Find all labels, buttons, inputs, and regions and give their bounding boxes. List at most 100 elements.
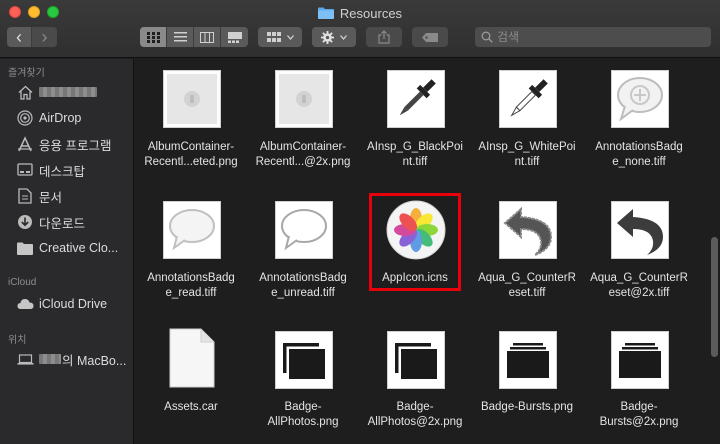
file-name-line1: AlbumContainer- [259,141,347,153]
file-item[interactable]: AlbumContainer- Recentl...@2x.png [247,59,359,184]
folder-icon [16,239,34,257]
file-name-line2: nt.tiff [514,156,540,168]
locations-header: 위치 [8,335,27,346]
annotation-bubble-read-icon [163,201,221,259]
window-title: Resources [0,4,720,22]
file-item[interactable]: AnnotationsBadg e_none.tiff [583,59,695,184]
file-name-line1: AInsp_G_BlackPoi [367,141,463,153]
eyedropper-black-icon [387,70,445,128]
vertical-scrollbar[interactable] [711,237,718,357]
file-name-line2: AllPhotos.png [267,416,339,428]
file-name-line2: nt.tiff [402,156,428,168]
group-by-button[interactable] [258,27,302,47]
eyedropper-white-icon [499,70,557,128]
action-menu-button[interactable] [312,27,356,47]
sidebar-item-icloud-drive[interactable]: iCloud Drive [16,293,133,315]
forward-button[interactable]: › [32,27,57,47]
file-item[interactable]: Aqua_G_CounterR eset.tiff [471,189,583,314]
file-name-line1: AnnotationsBadg [259,272,347,284]
favorites-header: 즐겨찾기 [8,68,45,79]
share-icon [378,30,390,44]
file-name-line2: AllPhotos@2x.png [367,416,463,428]
sidebar-item-label: 의 MacBo... [62,353,127,368]
folder-icon [317,7,334,19]
file-item[interactable]: Badge-Bursts.png [471,324,583,444]
sidebar-item-macbook[interactable]: 의 MacBo... [16,348,133,370]
sidebar-item-downloads[interactable]: 다운로드 [16,211,133,233]
sidebar-item-applications[interactable]: 응용 프로그램 [16,133,133,155]
badge-bursts-2x-icon [611,331,669,389]
tag-button[interactable] [412,27,448,47]
search-input[interactable] [497,30,697,44]
file-name-line1: Assets.car [164,401,218,413]
cloud-icon [16,295,34,313]
desktop-icon [16,161,34,179]
file-item[interactable]: AInsp_G_WhitePoi nt.tiff [471,59,583,184]
counter-reset-icon [499,201,557,259]
file-item[interactable]: AnnotationsBadg e_read.tiff [135,189,247,314]
badge-all-photos-2x-icon [387,331,445,389]
icon-view-button[interactable] [140,27,167,47]
file-item[interactable]: Badge- Bursts@2x.png [583,324,695,444]
sidebar-item-label: 데스크탑 [39,164,86,179]
file-name-line2: eset@2x.tiff [608,287,670,299]
laptop-icon [16,350,34,368]
redacted-computer-name [39,354,61,364]
counter-reset-2x-icon [611,201,669,259]
chevron-down-icon [286,34,294,40]
file-item-selected[interactable]: AppIcon.icns [359,189,471,314]
file-item[interactable]: AInsp_G_BlackPoi nt.tiff [359,59,471,184]
tag-icon [422,32,438,42]
column-view-button[interactable] [194,27,221,47]
file-item[interactable]: Assets.car [135,324,247,444]
sidebar-item-label: AirDrop [39,111,82,125]
file-name-line1: AnnotationsBadg [147,272,235,284]
file-icon-grid: AlbumContainer- Recentl...eted.png AlbumC… [135,59,720,444]
file-name-line1: Badge- [284,401,322,413]
sidebar-item-desktop[interactable]: 데스크탑 [16,159,133,181]
airdrop-icon [16,109,34,127]
file-item[interactable]: AnnotationsBadg e_unread.tiff [247,189,359,314]
file-item[interactable]: Aqua_G_CounterR eset@2x.tiff [583,189,695,314]
sidebar-item-label: Creative Clo... [39,241,119,255]
file-name-line1: AnnotationsBadg [595,141,683,153]
file-name-line1: Aqua_G_CounterR [478,272,576,284]
gallery-view-button[interactable] [221,27,248,47]
file-name-line1: Badge- [620,401,658,413]
gallery-icon [227,31,242,43]
file-item[interactable]: Badge- AllPhotos.png [247,324,359,444]
file-name-line2: Recentl...eted.png [144,156,238,168]
sidebar-item-label: 다운로드 [39,216,86,231]
group-grid-icon [266,32,281,42]
document-icon [16,187,34,205]
share-button[interactable] [366,27,402,47]
icon-grid-icon [146,31,160,43]
file-name-line1: AlbumContainer- [147,141,235,153]
sidebar-item-label: 문서 [39,190,63,205]
toolbar: Resources ‹ › [0,0,720,58]
sidebar-item-home[interactable] [16,81,133,103]
annotation-bubble-plus-icon [611,70,669,128]
sidebar-item-airdrop[interactable]: AirDrop [16,107,133,129]
png-thumbnail-icon [275,70,333,128]
sidebar-item-documents[interactable]: 문서 [16,185,133,207]
download-icon [16,213,34,231]
search-field[interactable] [475,27,711,47]
sidebar-item-creative-cloud[interactable]: Creative Clo... [16,237,133,259]
applications-icon [16,135,34,153]
sidebar-item-label: 응용 프로그램 [39,138,112,153]
annotation-bubble-unread-icon [275,201,333,259]
png-thumbnail-icon [163,70,221,128]
sidebar: 즐겨찾기 AirDrop 응용 프로그램 데스크탑 문서 다운로드 Creati… [0,59,134,444]
list-view-button[interactable] [167,27,194,47]
file-name-line1: AInsp_G_WhitePoi [478,141,576,153]
file-name-line2: Recentl...@2x.png [255,156,351,168]
redacted-username [39,87,97,97]
file-item[interactable]: Badge- AllPhotos@2x.png [359,324,471,444]
back-button[interactable]: ‹ [7,27,32,47]
chevron-down-icon [340,34,347,40]
window-title-text: Resources [339,5,403,21]
file-item[interactable]: AlbumContainer- Recentl...eted.png [135,59,247,184]
search-icon [481,31,493,43]
list-icon [173,32,187,42]
